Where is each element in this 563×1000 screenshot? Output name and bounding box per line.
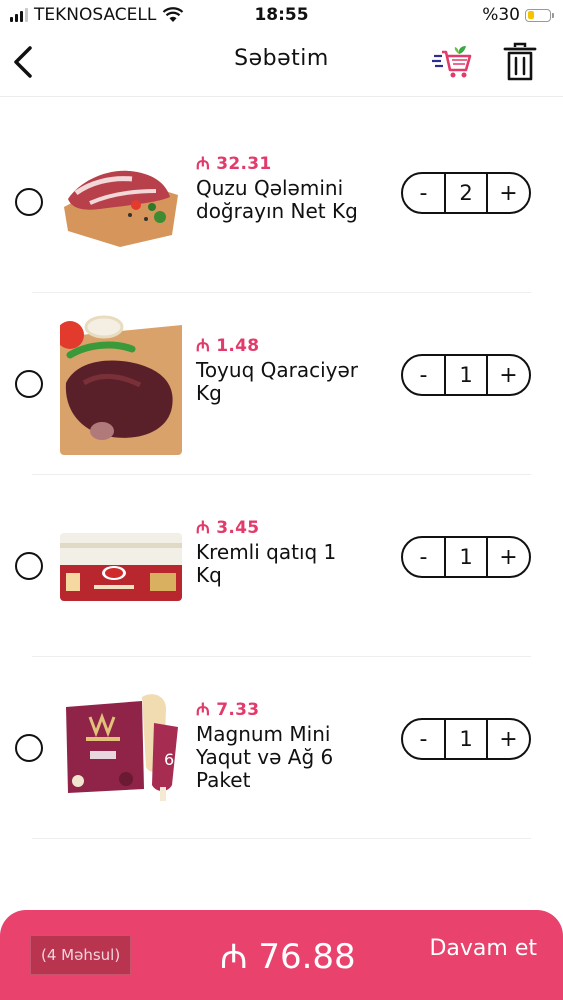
quantity-stepper: - 2 + xyxy=(401,172,531,214)
item-name: Kremli qatıq 1 Kq xyxy=(196,540,337,587)
cart-total: ₼ 76.88 xyxy=(220,937,356,977)
product-image-chicken-liver xyxy=(60,313,182,455)
cart-item: ₼ 3.45 Kremli qatıq 1 Kq - 1 + xyxy=(0,475,563,657)
page-title: Səbətim xyxy=(234,46,329,71)
increase-button[interactable]: + xyxy=(488,538,529,576)
battery-icon xyxy=(525,8,554,22)
product-image-yogurt xyxy=(60,533,182,601)
quantity-stepper: - 1 + xyxy=(401,354,531,396)
item-price: ₼ 1.48 xyxy=(196,336,260,356)
product-image-magnum-ice-cream: 6 xyxy=(60,693,182,803)
item-price: ₼ 3.45 xyxy=(196,518,260,538)
svg-text:6: 6 xyxy=(164,750,174,769)
item-count-badge: (4 Məhsul) xyxy=(30,935,132,975)
quantity-value: 1 xyxy=(444,720,488,758)
battery-group: %30 xyxy=(482,5,554,25)
quantity-value: 1 xyxy=(444,538,488,576)
cart-item: ₼ 1.48 Toyuq Qaraciyər Kg - 1 + xyxy=(0,293,563,475)
quantity-value: 2 xyxy=(444,174,488,212)
item-select-radio[interactable] xyxy=(15,552,43,580)
battery-percent: %30 xyxy=(482,5,520,25)
quantity-value: 1 xyxy=(444,356,488,394)
item-name: Quzu Qələmini doğrayın Net Kg xyxy=(196,176,358,223)
increase-button[interactable]: + xyxy=(488,356,529,394)
status-bar: TEKNOSACELL 18:55 %30 xyxy=(0,0,563,32)
app-header: Səbətim xyxy=(0,32,563,97)
item-select-radio[interactable] xyxy=(15,370,43,398)
status-time: 18:55 xyxy=(254,5,309,25)
decrease-button[interactable]: - xyxy=(403,538,444,576)
item-select-radio[interactable] xyxy=(15,734,43,762)
divider xyxy=(32,838,531,839)
quantity-stepper: - 1 + xyxy=(401,718,531,760)
cart-item: 6 ₼ 7.33 Magnum Mini Yaqut və Ağ 6 Paket… xyxy=(0,657,563,839)
item-price: ₼ 32.31 xyxy=(196,154,272,174)
increase-button[interactable]: + xyxy=(488,720,529,758)
decrease-button[interactable]: - xyxy=(403,356,444,394)
continue-button[interactable]: Davam et xyxy=(429,936,537,961)
item-select-radio[interactable] xyxy=(15,188,43,216)
decrease-button[interactable]: - xyxy=(403,720,444,758)
checkout-bar: (4 Məhsul) ₼ 76.88 Davam et xyxy=(0,910,563,1000)
trash-icon[interactable] xyxy=(502,42,538,82)
cart-item: ₼ 32.31 Quzu Qələmini doğrayın Net Kg - … xyxy=(0,111,563,293)
cart-icon[interactable] xyxy=(432,44,474,80)
product-image-lamb-meat xyxy=(60,147,182,257)
decrease-button[interactable]: - xyxy=(403,174,444,212)
increase-button[interactable]: + xyxy=(488,174,529,212)
item-name: Magnum Mini Yaqut və Ağ 6 Paket xyxy=(196,722,334,792)
item-name: Toyuq Qaraciyər Kg xyxy=(196,358,359,405)
quantity-stepper: - 1 + xyxy=(401,536,531,578)
item-price: ₼ 7.33 xyxy=(196,700,260,720)
